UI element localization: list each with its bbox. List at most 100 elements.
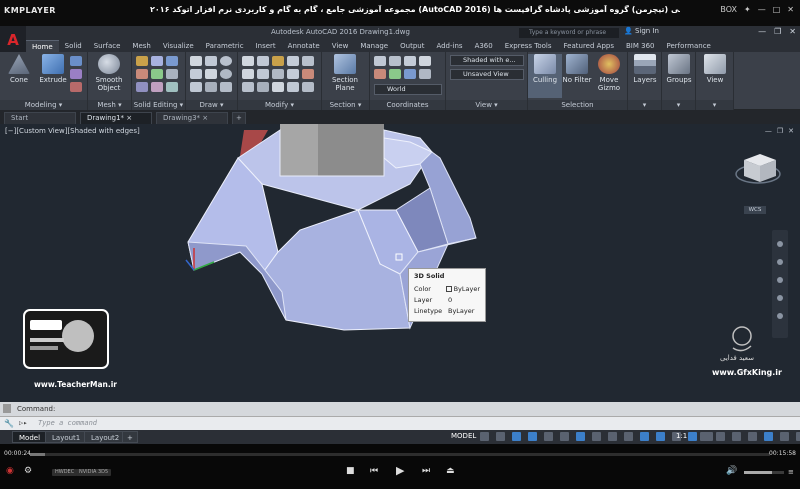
visual-style-dropdown[interactable]: Shaded with e... [450, 55, 524, 66]
object-snap-tracking-icon[interactable] [560, 432, 569, 441]
isolate-objects-icon[interactable] [748, 432, 757, 441]
tab-insert[interactable]: Insert [250, 40, 282, 52]
command-input[interactable]: Type a command [38, 419, 97, 427]
model-space-button[interactable]: MODEL [451, 432, 476, 440]
panel-label-draw[interactable]: Draw ▾ [186, 100, 237, 110]
layout-tab-layout2[interactable]: Layout2 [84, 431, 127, 443]
command-line[interactable]: 🔧 ▷▸ Type a command [0, 416, 800, 430]
subtract-icon[interactable] [151, 56, 163, 66]
command-prompt-icon[interactable]: ▷▸ [19, 419, 27, 427]
line-icon[interactable] [190, 56, 202, 66]
circle-icon[interactable] [220, 56, 232, 66]
clean-screen-icon[interactable] [780, 432, 789, 441]
tab-featured-apps[interactable]: Featured Apps [558, 40, 620, 52]
search-input[interactable]: Type a keyword or phrase [519, 28, 619, 38]
extend-icon[interactable] [272, 69, 284, 79]
panel-label-mesh[interactable]: Mesh ▾ [88, 100, 131, 110]
hatch-icon[interactable] [205, 82, 217, 92]
minimize-icon[interactable]: — [758, 5, 766, 14]
full-nav-wheel-icon[interactable] [777, 241, 783, 247]
layout-tab-layout1[interactable]: Layout1 [45, 431, 88, 443]
ucs-x-icon[interactable] [374, 69, 386, 79]
ucs-object-icon[interactable] [419, 56, 431, 66]
object-snap-icon[interactable] [576, 432, 585, 441]
snap-icon[interactable] [496, 432, 505, 441]
next-icon[interactable]: ⏭ [422, 466, 430, 476]
tab-manage[interactable]: Manage [354, 40, 394, 52]
ucs-3point-icon[interactable] [419, 69, 431, 79]
play-icon[interactable]: ▶ [396, 464, 404, 477]
slice-icon[interactable] [136, 69, 148, 79]
previous-icon[interactable]: ⏮ [370, 466, 378, 476]
tab-add-ins[interactable]: Add-ins [430, 40, 468, 52]
saved-view-dropdown[interactable]: Unsaved View [450, 69, 524, 80]
3d-osnap-icon[interactable] [640, 432, 649, 441]
transparency-icon[interactable] [608, 432, 617, 441]
move-gizmo-button[interactable]: Move Gizmo [592, 54, 626, 92]
box-button[interactable]: BOX [720, 5, 737, 14]
eject-icon[interactable]: ⏏ [446, 466, 455, 476]
scale-icon[interactable] [272, 56, 284, 66]
grid-icon[interactable] [480, 432, 489, 441]
drawing-viewport[interactable]: [−][Custom View][Shaded with edges] — ❐ … [0, 124, 800, 402]
add-layout-button[interactable]: + [122, 431, 138, 443]
smooth-object-button[interactable]: Smooth Object [92, 54, 126, 92]
close-tab-icon[interactable]: × [126, 114, 132, 122]
sweep-icon[interactable] [70, 82, 82, 92]
close-icon[interactable]: ✕ [789, 27, 796, 36]
press-pull-icon[interactable] [70, 69, 82, 79]
isodraft-icon[interactable] [544, 432, 553, 441]
wcs-menu[interactable]: WCS [744, 206, 766, 214]
showmotion-icon[interactable] [777, 313, 783, 319]
gizmo-icon[interactable] [688, 432, 697, 441]
union-icon[interactable] [136, 56, 148, 66]
panel-label-view[interactable]: View ▾ [446, 100, 527, 110]
command-line-handle[interactable] [3, 404, 11, 413]
close-tab-icon[interactable]: × [202, 114, 208, 122]
tab-visualize[interactable]: Visualize [157, 40, 200, 52]
wrench-icon[interactable]: 🔧 [4, 419, 14, 428]
solid-model[interactable] [0, 124, 800, 402]
intersect-icon[interactable] [166, 56, 178, 66]
rotate-icon[interactable] [257, 56, 269, 66]
box-icon[interactable] [70, 56, 82, 66]
tab-bim-360[interactable]: BIM 360 [620, 40, 661, 52]
no-filter-button[interactable]: No Filter [560, 54, 594, 84]
fillet-edge-icon[interactable] [151, 69, 163, 79]
selection-cycling-icon[interactable] [624, 432, 633, 441]
panel-label-solid-editing[interactable]: Solid Editing ▾ [132, 100, 185, 110]
arc-icon[interactable] [190, 69, 202, 79]
ucs-dropdown[interactable]: World [374, 84, 442, 95]
panel-label-coordinates[interactable]: Coordinates [370, 100, 445, 110]
minimize-icon[interactable]: — [758, 27, 766, 36]
signin-button[interactable]: 👤 Sign In [624, 27, 659, 35]
shell-icon[interactable] [166, 69, 178, 79]
polar-icon[interactable] [528, 432, 537, 441]
doc-tab-start[interactable]: Start [4, 112, 76, 124]
tab-a360[interactable]: A360 [469, 40, 499, 52]
tab-view[interactable]: View [326, 40, 355, 52]
tab-surface[interactable]: Surface [88, 40, 127, 52]
mirror-icon[interactable] [287, 56, 299, 66]
tab-performance[interactable]: Performance [660, 40, 716, 52]
pin-icon[interactable]: ✦ [744, 5, 751, 14]
extrude-button[interactable]: Extrude [36, 54, 70, 84]
explode-icon[interactable] [272, 82, 284, 92]
ucs-z-icon[interactable] [404, 69, 416, 79]
tab-annotate[interactable]: Annotate [282, 40, 326, 52]
autocad-application-button[interactable]: A [0, 26, 26, 54]
annotation-scale[interactable]: 1:1 [676, 432, 687, 440]
tab-express-tools[interactable]: Express Tools [499, 40, 558, 52]
renderer-badge[interactable]: NVIDIA 3D5 [76, 469, 112, 476]
customization-icon[interactable] [796, 432, 800, 441]
viewcube[interactable] [735, 154, 781, 184]
volume-slider[interactable] [744, 471, 784, 474]
move-icon[interactable] [242, 56, 254, 66]
stop-icon[interactable]: ■ [346, 466, 355, 476]
volume-icon[interactable]: 🔊 [726, 466, 737, 476]
hwdec-badge[interactable]: HWDEC [52, 469, 78, 476]
restore-icon[interactable]: ❐ [774, 27, 781, 36]
layout-tab-model[interactable]: Model [12, 431, 48, 443]
chamfer-icon[interactable] [257, 82, 269, 92]
panel-label-modify[interactable]: Modify ▾ [238, 100, 321, 110]
